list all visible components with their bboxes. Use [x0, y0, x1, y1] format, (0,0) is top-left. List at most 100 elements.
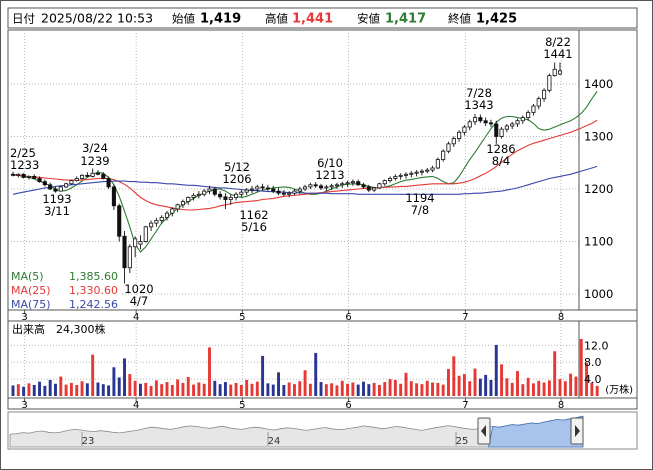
volume-bar	[287, 382, 291, 396]
volume-unit: (万株)	[605, 383, 633, 396]
volume-bar	[75, 385, 79, 396]
volume-tick-label: 8.0	[584, 356, 602, 369]
month-axis-bottom: 3 4 5 6 7 8	[7, 397, 638, 411]
volume-bar	[377, 385, 381, 396]
candle-body	[520, 117, 525, 122]
navigator-left-handle[interactable]	[477, 417, 491, 445]
close-label: 終値	[448, 12, 471, 26]
candle-body	[26, 175, 31, 178]
volume-bar	[462, 374, 466, 396]
candle-body	[297, 188, 302, 192]
candle-body	[159, 216, 164, 221]
volume-latest-value: 24,300株	[56, 322, 106, 336]
candle-body	[79, 174, 85, 179]
volume-bar	[245, 379, 249, 396]
volume-bar	[133, 380, 137, 396]
volume-bar	[48, 379, 52, 396]
volume-bar	[149, 385, 153, 396]
candle-body	[361, 184, 366, 188]
candle-body	[356, 181, 361, 186]
month-label: 5	[239, 400, 245, 411]
volume-bar	[64, 384, 68, 396]
volume-bar	[112, 367, 116, 396]
volume-bar	[383, 382, 387, 396]
candle-body	[106, 178, 111, 188]
candle-body	[37, 178, 42, 183]
candle-body	[127, 246, 132, 269]
candle-body	[366, 186, 371, 191]
volume-bar	[250, 383, 254, 396]
candle-body	[547, 75, 552, 91]
candle-body	[382, 180, 387, 185]
candle-body	[74, 178, 79, 181]
volume-bar	[447, 368, 450, 396]
volume-bar	[346, 383, 350, 396]
candle-body	[154, 220, 159, 224]
volume-bar	[32, 385, 36, 396]
price-tick-label: 1200	[584, 182, 613, 196]
volume-bar	[314, 352, 318, 396]
volume-bar	[239, 385, 243, 396]
candle-body	[53, 188, 58, 192]
volume-bar	[431, 382, 435, 396]
range-navigator[interactable]: 23 24 25	[7, 411, 638, 450]
candle-body	[377, 183, 382, 189]
volume-bar	[457, 375, 461, 396]
volume-bar	[170, 385, 174, 396]
volume-bar	[473, 368, 477, 396]
volume-bar	[569, 373, 573, 396]
annotation-date: 8/4	[492, 154, 511, 168]
candle-body	[196, 193, 201, 196]
volume-bar	[165, 382, 169, 396]
navigator-right-margin	[584, 414, 635, 447]
volume-bar	[436, 382, 440, 396]
volume-bar	[500, 364, 504, 396]
volume-bar	[208, 347, 211, 396]
candle-body	[552, 68, 557, 77]
volume-bar	[186, 377, 190, 396]
volume-bar	[271, 384, 275, 396]
volume-bar	[160, 384, 164, 396]
candle-body	[16, 173, 21, 176]
volume-bar	[128, 374, 132, 396]
volume-bar	[54, 383, 57, 396]
candle-body	[138, 241, 143, 245]
candle-body	[451, 138, 456, 145]
volume-tick-label: 12.0	[584, 339, 609, 352]
volume-bar	[335, 385, 339, 396]
annotation-value: 1239	[80, 154, 109, 168]
annotation-date: 3/24	[82, 141, 108, 155]
volume-bar	[11, 385, 15, 396]
volume-bar	[330, 383, 334, 396]
volume-bar	[553, 351, 557, 396]
volume-bar	[181, 382, 185, 396]
candle-body	[446, 143, 451, 152]
candle-body	[292, 190, 297, 194]
ma-legend-value: 1,385.60	[69, 270, 118, 283]
candle-body	[164, 212, 170, 218]
volume-bar	[441, 384, 445, 396]
candle-body	[239, 191, 244, 195]
volume-bar	[293, 384, 296, 396]
annotation-value: 1193	[42, 192, 71, 206]
candle-body	[42, 181, 47, 186]
volume-bar	[393, 379, 397, 396]
volume-bar	[516, 371, 519, 396]
candle-body	[419, 170, 424, 173]
candle-body	[414, 171, 419, 174]
candle-body	[494, 123, 499, 137]
volume-bar	[324, 384, 328, 396]
ma-legend: MA(5) 1,385.60 MA(25) 1,330.60 MA(75) 1,242.5…	[9, 268, 121, 311]
navigator-right-handle[interactable]	[570, 417, 584, 445]
candle-body	[435, 159, 440, 169]
volume-bar	[255, 381, 259, 396]
annotation-date: 4/7	[130, 294, 149, 308]
annotation-value: 1194	[405, 191, 434, 205]
candle-body	[180, 201, 185, 206]
candle-body	[510, 123, 515, 127]
volume-bar	[526, 377, 530, 396]
candle-body	[324, 186, 329, 189]
candle-body	[425, 169, 430, 172]
annotation-date: 5/16	[241, 220, 267, 234]
candle-body	[276, 190, 281, 194]
